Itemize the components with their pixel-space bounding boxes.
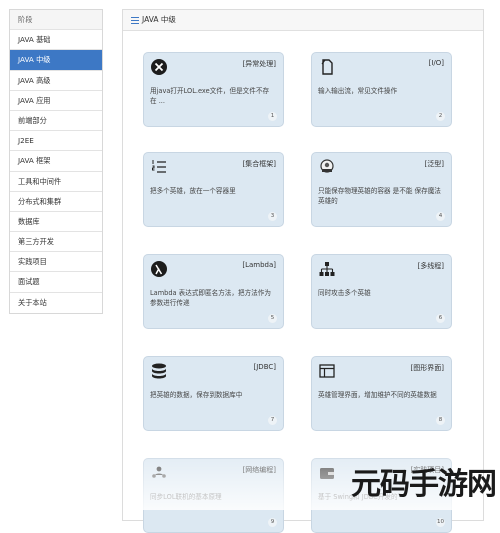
card-description: 只能保存物理英雄的容器 是不能 保存魔法英雄的 [318,187,441,205]
sidebar-item[interactable]: J2EE [10,131,102,152]
card-tag: [JDBC] [253,363,276,371]
ordered-list-icon [150,158,168,176]
topic-card[interactable]: [集合框架] 把多个英雄，放在一个容器里 3 [143,152,284,227]
network-icon [318,260,336,278]
card-number-badge: 10 [436,518,445,527]
wallet-icon [318,464,336,482]
topic-card[interactable]: [图形界面] 英雄管理界面，增加维护不同的英雄数据 8 [311,356,452,431]
topic-card[interactable]: [网络编程] 同步LOL联机的基本原理 9 [143,458,284,533]
topic-card[interactable]: [JDBC] 把英雄的数据，保存到数据库中 7 [143,356,284,431]
card-number-badge: 3 [268,212,277,221]
database-icon [150,362,168,380]
sidebar-item[interactable]: 工具和中间件 [10,172,102,192]
card-tag: [Lambda] [242,261,276,269]
sidebar-item[interactable]: 面试题 [10,272,102,293]
users-icon [150,464,168,482]
sidebar-item[interactable]: JAVA 框架 [10,151,102,172]
card-description: Lambda 表达式即匿名方法，把方法作为参数进行传递 [150,289,271,307]
card-tag: [多线程] [417,262,444,270]
window-icon [318,362,336,380]
card-number-badge: 4 [436,212,445,221]
sidebar-item[interactable]: JAVA 中级 [10,50,102,71]
card-number-badge: 8 [436,416,445,425]
card-tag: [异常处理] [242,60,276,68]
watermark-text: 元码手游网 [351,467,497,502]
sidebar-item[interactable]: JAVA 基础 [10,30,102,51]
card-description: 英雄管理界面，增加维护不同的英雄数据 [318,391,437,399]
card-tag: [网络编程] [242,466,276,474]
sidebar-item[interactable]: 关于本站 [10,293,102,313]
card-number-badge: 2 [436,112,445,121]
sidebar-item[interactable]: 实践项目 [10,252,102,273]
topic-card[interactable]: [Lambda] Lambda 表达式即匿名方法，把方法作为参数进行传递 5 [143,254,284,329]
sidebar-header: 阶段 [10,10,102,31]
sidebar-item[interactable]: 数据库 [10,212,102,233]
sidebar-item[interactable]: 分布式和集群 [10,192,102,212]
sidebar-item[interactable]: JAVA 应用 [10,91,102,111]
card-tag: [图形界面] [410,364,444,372]
panel-title: JAVA 中级 [142,15,176,24]
card-description: 用java打开LOL.exe文件，但是文件不存在 ... [150,87,270,105]
card-description: 输入输出流，常见文件操作 [318,87,398,95]
file-icon [318,58,336,76]
sidebar-item[interactable]: 前端部分 [10,111,102,132]
topic-card[interactable]: [异常处理] 用java打开LOL.exe文件，但是文件不存在 ... 1 [143,52,284,127]
topic-card[interactable]: [泛型] 只能保存物理英雄的容器 是不能 保存魔法英雄的 4 [311,152,452,227]
card-description: 把英雄的数据，保存到数据库中 [150,391,243,399]
card-number-badge: 5 [268,314,277,323]
lambda-icon [150,260,168,278]
close-circle-icon [150,58,168,76]
card-number-badge: 6 [436,314,445,323]
card-number-badge: 1 [268,112,277,121]
main-panel: JAVA 中级 [异常处理] 用java打开LOL.exe文件，但是文件不存在 .… [122,9,484,533]
topic-card[interactable]: [多线程] 同时攻击多个英雄 6 [311,254,452,329]
card-description: 把多个英雄，放在一个容器里 [150,187,236,195]
card-tag: [泛型] [424,160,444,168]
card-number-badge: 9 [268,518,277,527]
panel-header: JAVA 中级 [123,10,483,31]
card-description: 同时攻击多个英雄 [318,289,371,297]
card-tag: [I/O] [428,59,444,67]
topic-card[interactable]: [I/O] 输入输出流，常见文件操作 2 [311,52,452,127]
card-tag: [集合框架] [242,160,276,168]
sidebar-item[interactable]: JAVA 高级 [10,71,102,91]
card-number-badge: 7 [268,416,277,425]
card-description: 同步LOL联机的基本原理 [150,493,222,501]
globe-icon [318,158,336,176]
sidebar-menu: 阶段 JAVA 基础 JAVA 中级 JAVA 高级 JAVA 应用 前端部分 J2EE JA… [9,9,103,314]
sidebar-item[interactable]: 第三方开发 [10,232,102,253]
list-icon [131,16,139,24]
